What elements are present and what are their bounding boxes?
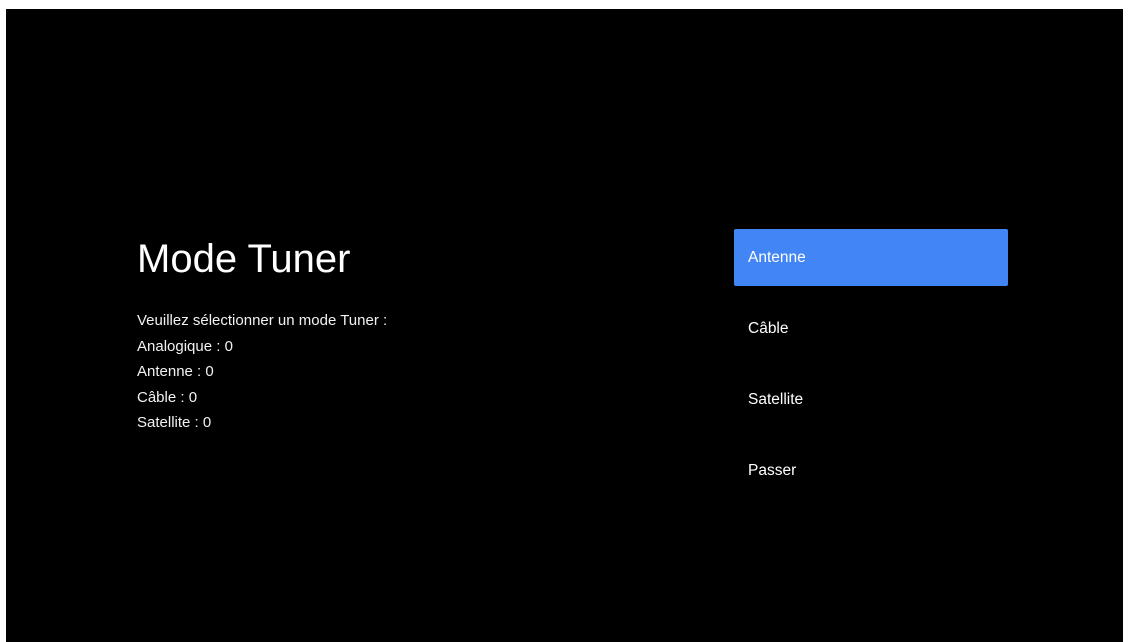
channel-count-antenna: Antenne : 0: [137, 363, 214, 380]
page-title: Mode Tuner: [137, 237, 351, 281]
tuner-mode-menu: Antenne Câble Satellite Passer: [734, 229, 1008, 513]
menu-item-skip[interactable]: Passer: [734, 442, 1008, 499]
menu-item-label: Câble: [748, 319, 789, 337]
description-prompt: Veuillez sélectionner un mode Tuner :: [137, 312, 388, 329]
channel-count-cable: Câble : 0: [137, 388, 198, 406]
menu-item-label: Satellite: [748, 390, 804, 408]
menu-item-satellite[interactable]: Satellite: [734, 371, 1008, 428]
menu-item-label: Antenne: [748, 248, 806, 266]
menu-item-label: Passer: [748, 461, 797, 479]
menu-item-antenna[interactable]: Antenne: [734, 229, 1008, 286]
channel-count-analog: Analogique : 0: [137, 337, 233, 355]
menu-item-cable[interactable]: Câble: [734, 300, 1008, 357]
tv-screen: Mode Tuner Veuillez sélectionner un mode…: [6, 9, 1123, 642]
info-panel: Mode Tuner Veuillez sélectionner un mode…: [137, 235, 657, 436]
channel-count-satellite: Satellite : 0: [137, 414, 212, 431]
